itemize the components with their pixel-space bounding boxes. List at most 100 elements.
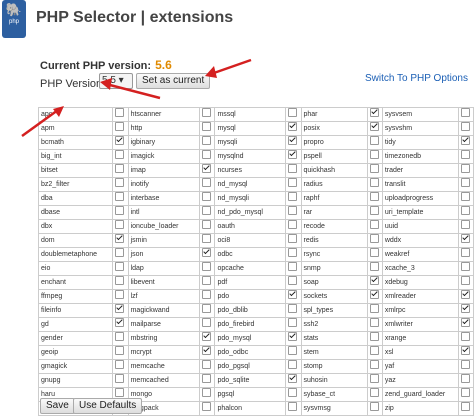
- extension-checkbox[interactable]: [369, 192, 379, 201]
- extension-checkbox[interactable]: [460, 136, 470, 145]
- extension-checkbox[interactable]: [202, 178, 212, 187]
- extension-checkbox[interactable]: [115, 290, 125, 299]
- extension-checkbox[interactable]: [369, 164, 379, 173]
- extension-checkbox[interactable]: [288, 290, 298, 299]
- extension-checkbox[interactable]: [202, 290, 212, 299]
- extension-checkbox[interactable]: [288, 136, 298, 145]
- extension-checkbox[interactable]: [115, 374, 125, 383]
- extension-checkbox[interactable]: [460, 150, 470, 159]
- extension-checkbox[interactable]: [369, 136, 379, 145]
- extension-checkbox[interactable]: [202, 206, 212, 215]
- extension-checkbox[interactable]: [288, 122, 298, 131]
- extension-checkbox[interactable]: [115, 192, 125, 201]
- extension-checkbox[interactable]: [460, 178, 470, 187]
- extension-checkbox[interactable]: [288, 276, 298, 285]
- extension-checkbox[interactable]: [202, 136, 212, 145]
- extension-checkbox[interactable]: [288, 262, 298, 271]
- extension-checkbox[interactable]: [369, 122, 379, 131]
- extension-checkbox[interactable]: [202, 318, 212, 327]
- extension-checkbox[interactable]: [115, 318, 125, 327]
- extension-checkbox[interactable]: [115, 262, 125, 271]
- extension-checkbox[interactable]: [115, 220, 125, 229]
- extension-checkbox[interactable]: [115, 164, 125, 173]
- extension-checkbox[interactable]: [202, 332, 212, 341]
- extension-checkbox[interactable]: [115, 304, 125, 313]
- extension-checkbox[interactable]: [369, 150, 379, 159]
- extension-checkbox[interactable]: [288, 164, 298, 173]
- extension-checkbox[interactable]: [369, 108, 379, 117]
- extension-checkbox[interactable]: [369, 248, 379, 257]
- extension-checkbox[interactable]: [369, 276, 379, 285]
- php-version-select[interactable]: 5.5 ▾: [99, 73, 133, 89]
- extension-checkbox[interactable]: [460, 122, 470, 131]
- extension-checkbox[interactable]: [115, 388, 125, 397]
- extension-checkbox[interactable]: [288, 248, 298, 257]
- extension-checkbox[interactable]: [288, 192, 298, 201]
- extension-checkbox[interactable]: [115, 248, 125, 257]
- extension-checkbox[interactable]: [460, 164, 470, 173]
- extension-checkbox[interactable]: [460, 402, 470, 411]
- extension-checkbox[interactable]: [460, 388, 470, 397]
- extension-checkbox[interactable]: [460, 332, 470, 341]
- extension-checkbox[interactable]: [288, 374, 298, 383]
- extension-checkbox[interactable]: [202, 234, 212, 243]
- extension-checkbox[interactable]: [369, 290, 379, 299]
- extension-checkbox[interactable]: [460, 206, 470, 215]
- extension-checkbox[interactable]: [460, 318, 470, 327]
- extension-checkbox[interactable]: [369, 262, 379, 271]
- extension-checkbox[interactable]: [202, 150, 212, 159]
- extension-checkbox[interactable]: [115, 206, 125, 215]
- extension-checkbox[interactable]: [288, 234, 298, 243]
- extension-checkbox[interactable]: [369, 332, 379, 341]
- extension-checkbox[interactable]: [460, 290, 470, 299]
- extension-checkbox[interactable]: [115, 234, 125, 243]
- extension-checkbox[interactable]: [460, 304, 470, 313]
- extension-checkbox[interactable]: [369, 206, 379, 215]
- extension-checkbox[interactable]: [460, 220, 470, 229]
- extension-checkbox[interactable]: [202, 122, 212, 131]
- extension-checkbox[interactable]: [202, 388, 212, 397]
- extension-checkbox[interactable]: [115, 122, 125, 131]
- extension-checkbox[interactable]: [115, 108, 125, 117]
- extension-checkbox[interactable]: [460, 276, 470, 285]
- extension-checkbox[interactable]: [369, 304, 379, 313]
- extension-checkbox[interactable]: [288, 206, 298, 215]
- extension-checkbox[interactable]: [115, 178, 125, 187]
- extension-checkbox[interactable]: [288, 318, 298, 327]
- extension-checkbox[interactable]: [288, 402, 298, 411]
- extension-checkbox[interactable]: [202, 374, 212, 383]
- extension-checkbox[interactable]: [369, 360, 379, 369]
- extension-checkbox[interactable]: [369, 318, 379, 327]
- extension-checkbox[interactable]: [202, 108, 212, 117]
- extension-checkbox[interactable]: [288, 178, 298, 187]
- extension-checkbox[interactable]: [288, 346, 298, 355]
- extension-checkbox[interactable]: [460, 108, 470, 117]
- extension-checkbox[interactable]: [288, 360, 298, 369]
- extension-checkbox[interactable]: [202, 248, 212, 257]
- extension-checkbox[interactable]: [369, 346, 379, 355]
- extension-checkbox[interactable]: [460, 234, 470, 243]
- extension-checkbox[interactable]: [202, 192, 212, 201]
- extension-checkbox[interactable]: [202, 360, 212, 369]
- extension-checkbox[interactable]: [115, 332, 125, 341]
- extension-checkbox[interactable]: [460, 360, 470, 369]
- switch-to-php-options-link[interactable]: Switch To PHP Options: [365, 73, 468, 84]
- extension-checkbox[interactable]: [202, 402, 212, 411]
- extension-checkbox[interactable]: [288, 108, 298, 117]
- extension-checkbox[interactable]: [460, 262, 470, 271]
- extension-checkbox[interactable]: [460, 346, 470, 355]
- extension-checkbox[interactable]: [369, 402, 379, 411]
- extension-checkbox[interactable]: [115, 276, 125, 285]
- extension-checkbox[interactable]: [369, 178, 379, 187]
- extension-checkbox[interactable]: [115, 346, 125, 355]
- extension-checkbox[interactable]: [202, 304, 212, 313]
- extension-checkbox[interactable]: [460, 374, 470, 383]
- extension-checkbox[interactable]: [288, 388, 298, 397]
- extension-checkbox[interactable]: [115, 150, 125, 159]
- extension-checkbox[interactable]: [202, 164, 212, 173]
- extension-checkbox[interactable]: [369, 374, 379, 383]
- extension-checkbox[interactable]: [288, 150, 298, 159]
- extension-checkbox[interactable]: [369, 220, 379, 229]
- extension-checkbox[interactable]: [202, 220, 212, 229]
- extension-checkbox[interactable]: [202, 262, 212, 271]
